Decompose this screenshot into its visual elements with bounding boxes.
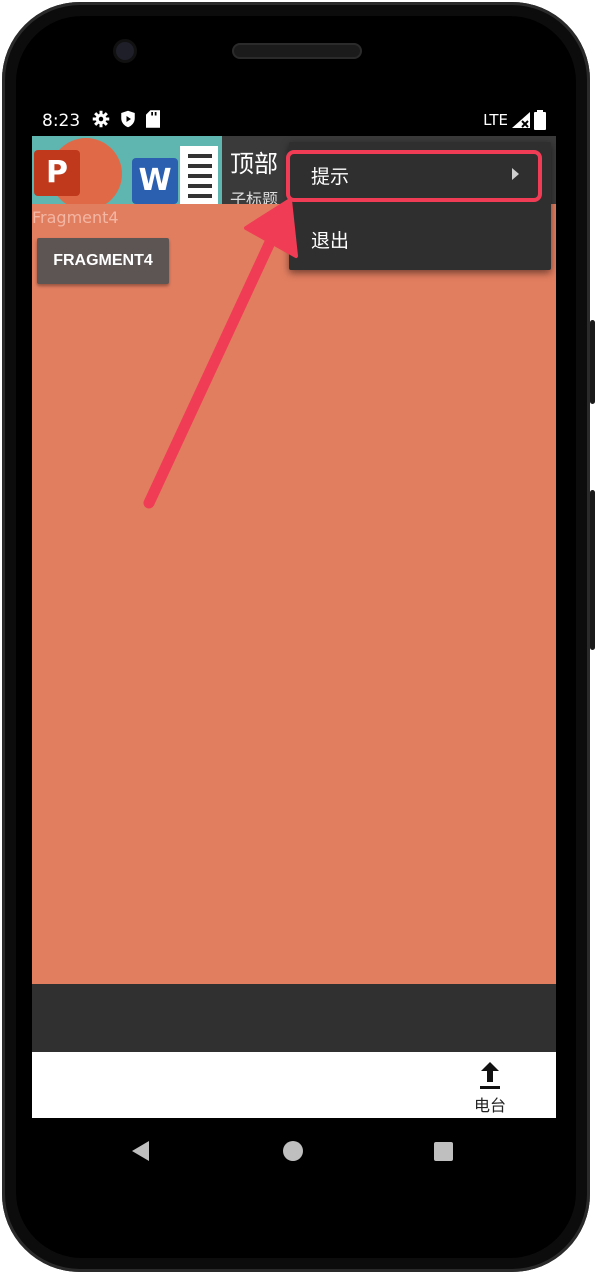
back-icon[interactable] — [132, 1141, 149, 1161]
android-navigation-bar — [0, 1118, 596, 1188]
recents-icon[interactable] — [434, 1142, 453, 1161]
annotation-arrow — [143, 198, 298, 509]
home-icon[interactable] — [283, 1141, 303, 1161]
